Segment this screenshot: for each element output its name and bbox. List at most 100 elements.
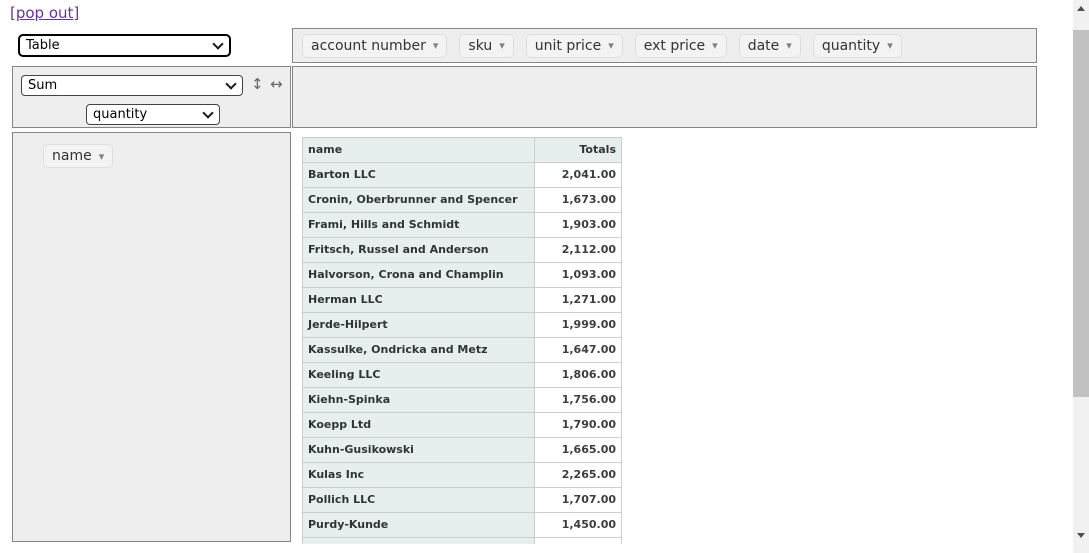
total-value-cell: 1,756.00 bbox=[534, 387, 622, 413]
attribute-button-account-number[interactable]: account number ▾ bbox=[302, 33, 448, 58]
total-value-cell: 1,790.00 bbox=[534, 412, 622, 438]
triangle-down-icon[interactable]: ▾ bbox=[786, 40, 792, 51]
aggregator-select[interactable]: Sum bbox=[21, 75, 243, 96]
row-header-cell: Halvorson, Crona and Champlin bbox=[302, 262, 536, 288]
table-row: Pollich LLC 1,707.00 bbox=[302, 487, 622, 513]
aggregator-arg-select[interactable]: quantity bbox=[86, 104, 220, 125]
triangle-down-icon[interactable]: ▾ bbox=[433, 40, 439, 51]
table-row: Herman LLC 1,271.00 bbox=[302, 287, 622, 313]
attribute-label: quantity bbox=[821, 37, 881, 54]
attribute-item: unit price ▾ bbox=[525, 33, 623, 58]
table-row: Kulas Inc 2,265.00 bbox=[302, 462, 622, 488]
table-row: Kuhn-Gusikowski 1,665.00 bbox=[302, 437, 622, 463]
row-header-cell: Purdy-Kunde bbox=[302, 512, 536, 538]
triangle-down-icon[interactable]: ▾ bbox=[712, 40, 718, 51]
column-header-name: name bbox=[302, 137, 536, 163]
row-header-cell: Keeling LLC bbox=[302, 362, 536, 388]
renderer-select-value: Table bbox=[26, 38, 60, 53]
table-row: Fritsch, Russel and Anderson 2,112.00 bbox=[302, 237, 622, 263]
row-order-button[interactable]: ↕ bbox=[251, 74, 264, 94]
row-header-cell: Fritsch, Russel and Anderson bbox=[302, 237, 536, 263]
column-header-totals: Totals bbox=[534, 137, 622, 163]
row-header-cell: Cronin, Oberbrunner and Spencer bbox=[302, 187, 536, 213]
attribute-button-quantity[interactable]: quantity ▾ bbox=[812, 33, 902, 58]
column-axis-container[interactable] bbox=[292, 66, 1037, 128]
attribute-button-ext-price[interactable]: ext price ▾ bbox=[634, 33, 727, 58]
down-arrow-icon bbox=[1077, 533, 1085, 538]
attribute-item: name ▾ bbox=[43, 144, 114, 168]
attribute-label: unit price bbox=[534, 37, 602, 54]
total-value-cell: 1,903.00 bbox=[534, 212, 622, 238]
total-value-cell: 1,806.00 bbox=[534, 362, 622, 388]
attribute-label: name bbox=[52, 148, 92, 164]
table-row: Kassulke, Ondricka and Metz 1,647.00 bbox=[302, 337, 622, 363]
total-value-cell: 2,041.00 bbox=[534, 162, 622, 188]
attribute-item: date ▾ bbox=[738, 33, 801, 58]
scrollbar-down-button[interactable] bbox=[1073, 527, 1089, 544]
total-value-cell: 1,999.00 bbox=[534, 312, 622, 338]
table-row: Jerde-Hilpert 1,999.00 bbox=[302, 312, 622, 338]
attribute-label: sku bbox=[468, 37, 493, 54]
total-value-cell: 1,647.00 bbox=[534, 337, 622, 363]
attribute-button-sku[interactable]: sku ▾ bbox=[459, 33, 514, 58]
attribute-label: ext price bbox=[643, 37, 706, 54]
triangle-down-icon[interactable]: ▾ bbox=[887, 40, 893, 51]
chevron-down-icon bbox=[225, 78, 237, 90]
row-header-cell: Kassulke, Ondricka and Metz bbox=[302, 337, 536, 363]
scrollbar-up-button[interactable] bbox=[1073, 0, 1089, 17]
chevron-down-icon bbox=[202, 107, 214, 119]
table-row: Frami, Hills and Schmidt 1,903.00 bbox=[302, 212, 622, 238]
table-header-row: name Totals bbox=[302, 137, 622, 163]
unused-attributes-container[interactable]: account number ▾ sku ▾ unit price ▾ ext price ▾… bbox=[292, 28, 1037, 63]
table-row bbox=[302, 537, 622, 544]
row-header-cell: Frami, Hills and Schmidt bbox=[302, 212, 536, 238]
pivot-table: name Totals Barton LLC 2,041.00 Cronin, Ob… bbox=[302, 137, 622, 544]
row-header-cell: Kiehn-Spinka bbox=[302, 387, 536, 413]
aggregator-arg-value: quantity bbox=[93, 107, 148, 122]
row-header-cell: Pollich LLC bbox=[302, 487, 536, 513]
total-value-cell bbox=[534, 537, 622, 544]
row-axis-list: name ▾ bbox=[13, 133, 290, 168]
total-value-cell: 1,450.00 bbox=[534, 512, 622, 538]
total-value-cell: 2,112.00 bbox=[534, 237, 622, 263]
triangle-down-icon[interactable]: ▾ bbox=[99, 151, 105, 162]
row-header-cell: Barton LLC bbox=[302, 162, 536, 188]
attribute-item: ext price ▾ bbox=[634, 33, 727, 58]
attribute-label: date bbox=[747, 37, 780, 54]
row-header-cell bbox=[302, 537, 536, 544]
triangle-down-icon[interactable]: ▾ bbox=[499, 40, 505, 51]
aggregator-select-value: Sum bbox=[28, 78, 58, 93]
attribute-item: account number ▾ bbox=[302, 33, 448, 58]
pivot-ui-screen: [pop out] Table account number ▾ sku ▾ unit … bbox=[0, 0, 1089, 553]
attribute-item: sku ▾ bbox=[459, 33, 514, 58]
total-value-cell: 1,707.00 bbox=[534, 487, 622, 513]
renderer-select[interactable]: Table bbox=[18, 34, 231, 57]
vertical-scrollbar[interactable] bbox=[1073, 0, 1089, 553]
table-row: Kiehn-Spinka 1,756.00 bbox=[302, 387, 622, 413]
total-value-cell: 1,093.00 bbox=[534, 262, 622, 288]
table-row: Barton LLC 2,041.00 bbox=[302, 162, 622, 188]
pop-out-link[interactable]: [pop out] bbox=[10, 4, 79, 22]
attribute-button-date[interactable]: date ▾ bbox=[738, 33, 801, 58]
table-row: Koepp Ltd 1,790.00 bbox=[302, 412, 622, 438]
aggregator-container: Sum ↕ ↔ quantity bbox=[12, 66, 291, 128]
up-arrow-icon bbox=[1077, 6, 1085, 11]
total-value-cell: 1,665.00 bbox=[534, 437, 622, 463]
total-value-cell: 2,265.00 bbox=[534, 462, 622, 488]
table-row: Cronin, Oberbrunner and Spencer 1,673.00 bbox=[302, 187, 622, 213]
row-axis-container[interactable]: name ▾ bbox=[12, 132, 291, 542]
row-header-cell: Kuhn-Gusikowski bbox=[302, 437, 536, 463]
triangle-down-icon[interactable]: ▾ bbox=[608, 40, 614, 51]
chevron-down-icon bbox=[212, 38, 224, 50]
row-header-cell: Kulas Inc bbox=[302, 462, 536, 488]
row-header-cell: Koepp Ltd bbox=[302, 412, 536, 438]
attribute-button-unit-price[interactable]: unit price ▾ bbox=[525, 33, 623, 58]
attribute-button-name[interactable]: name ▾ bbox=[43, 144, 114, 168]
col-order-button[interactable]: ↔ bbox=[270, 74, 283, 94]
scrollbar-thumb[interactable] bbox=[1073, 30, 1089, 397]
attribute-label: account number bbox=[311, 37, 426, 54]
row-header-cell: Herman LLC bbox=[302, 287, 536, 313]
attribute-item: quantity ▾ bbox=[812, 33, 902, 58]
pivot-table-body: Barton LLC 2,041.00 Cronin, Oberbrunner an… bbox=[302, 162, 622, 544]
total-value-cell: 1,673.00 bbox=[534, 187, 622, 213]
